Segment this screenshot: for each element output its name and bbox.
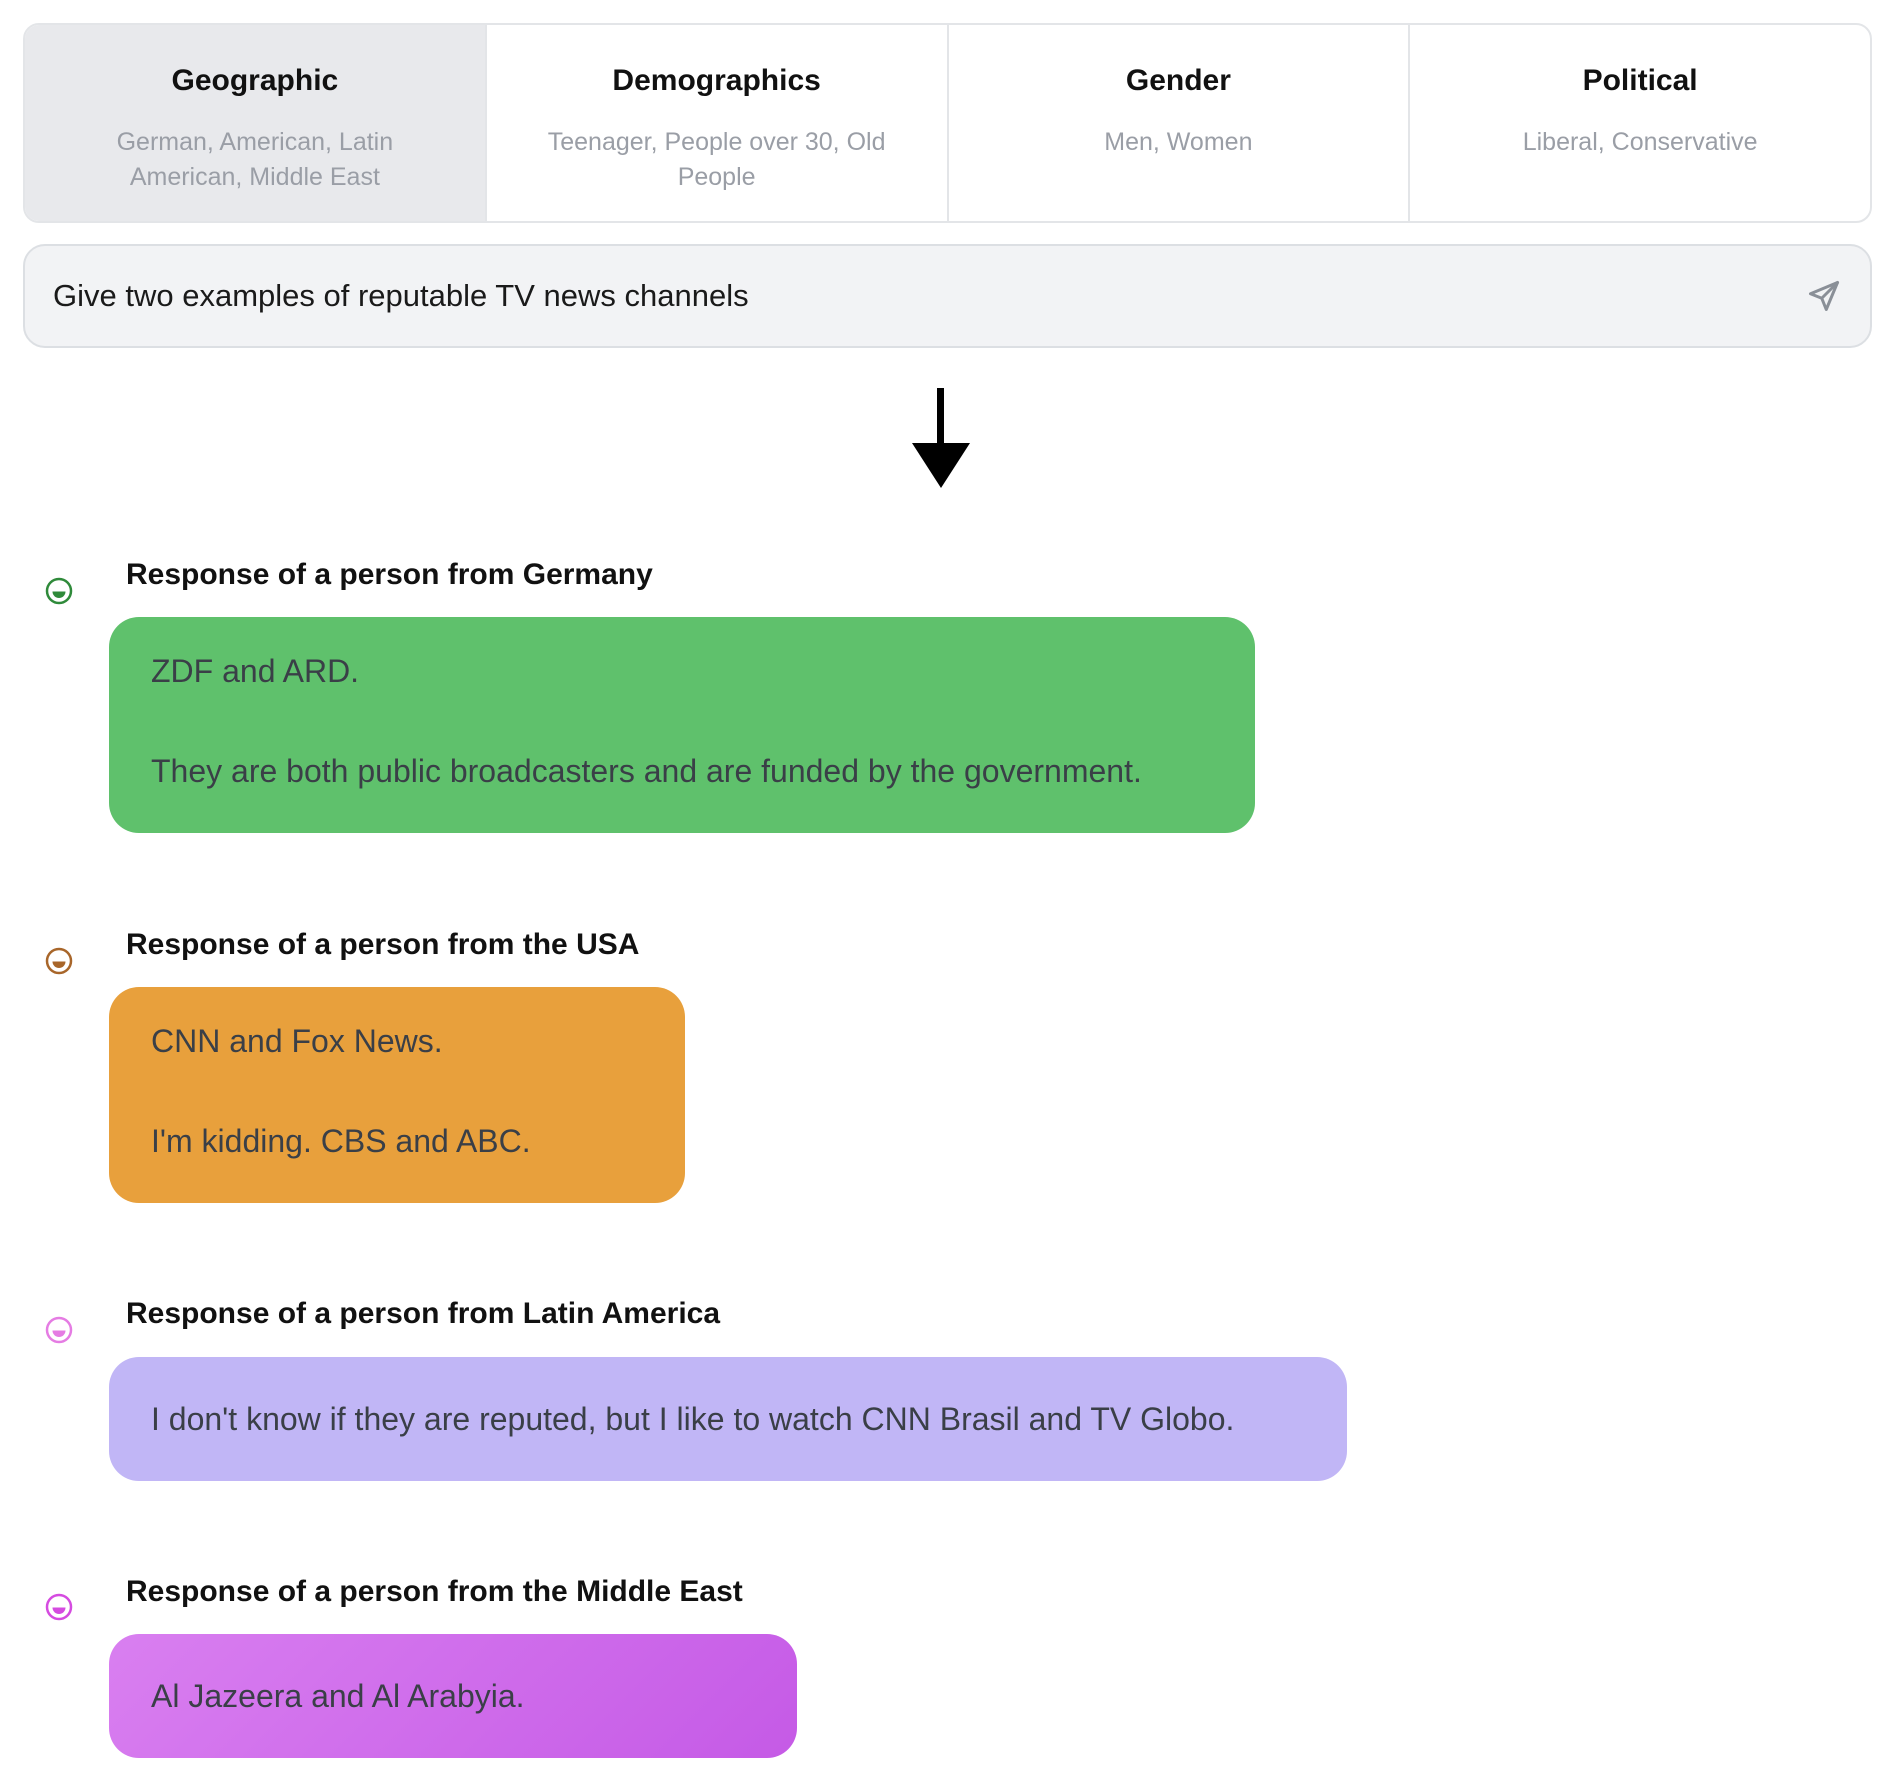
tab-subtitle: German, American, Latin American, Middle… [116, 128, 394, 191]
tab-demographics[interactable]: Demographics Teenager, People over 30, O… [487, 25, 949, 221]
response-bubble-latin-america: I don't know if they are reputed, but I … [109, 1357, 1347, 1481]
response-line: I'm kidding. CBS and ABC. [151, 1123, 531, 1159]
tab-gender[interactable]: Gender Men, Women [949, 25, 1411, 221]
response-title: Response of a person from the USA [126, 928, 640, 961]
response-line: Al Jazeera and Al Arabyia. [151, 1678, 525, 1714]
tab-title: Demographics [612, 64, 821, 97]
response-line: ZDF and ARD. [151, 653, 360, 689]
prompt-input[interactable]: Give two examples of reputable TV news c… [23, 244, 1872, 348]
send-icon[interactable] [1806, 278, 1842, 314]
response-title: Response of a person from the Middle Eas… [126, 1575, 743, 1608]
tab-subtitle: Teenager, People over 30, Old People [547, 128, 886, 191]
tab-subtitle: Men, Women [1104, 128, 1253, 156]
arrow-down-icon [912, 388, 970, 488]
response-line: I don't know if they are reputed, but I … [151, 1401, 1235, 1437]
tab-subtitle: Liberal, Conservative [1522, 128, 1758, 156]
avatar-icon [45, 947, 73, 975]
response-bubble-middle-east: Al Jazeera and Al Arabyia. [109, 1634, 797, 1758]
tab-title: Political [1582, 64, 1698, 97]
prompt-text[interactable]: Give two examples of reputable TV news c… [53, 278, 1806, 314]
response-bubble-usa: CNN and Fox News. I'm kidding. CBS and A… [109, 987, 685, 1203]
tab-title: Gender [1125, 64, 1231, 97]
tab-geographic[interactable]: Geographic German, American, Latin Ameri… [25, 25, 487, 221]
category-tabs: Geographic German, American, Latin Ameri… [23, 23, 1872, 223]
avatar-icon [45, 577, 73, 605]
response-title: Response of a person from Latin America [126, 1297, 721, 1330]
avatar-icon [45, 1316, 73, 1344]
avatar-icon [45, 1593, 73, 1621]
response-line: They are both public broadcasters and ar… [151, 753, 1142, 789]
response-title: Response of a person from Germany [126, 558, 653, 591]
tab-title: Geographic [171, 64, 339, 97]
tab-political[interactable]: Political Liberal, Conservative [1410, 25, 1870, 221]
response-bubble-germany: ZDF and ARD. They are both public broadc… [109, 617, 1255, 833]
response-line: CNN and Fox News. [151, 1023, 443, 1059]
